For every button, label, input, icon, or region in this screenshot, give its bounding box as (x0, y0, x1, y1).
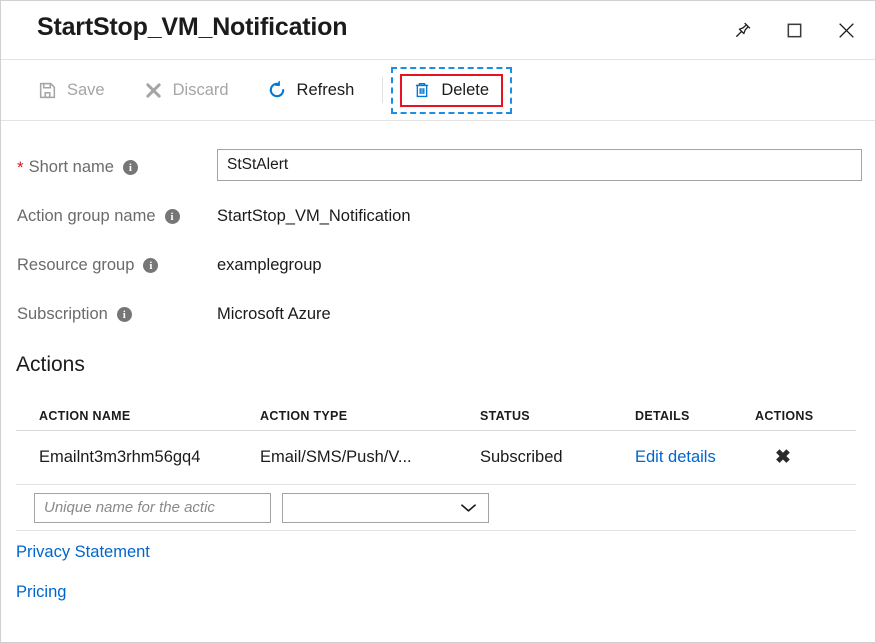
table-row: Emailnt3m3rhm56gq4 Email/SMS/Push/V... S… (16, 431, 856, 485)
refresh-button[interactable]: Refresh (257, 72, 365, 108)
short-name-label: * Short name i (17, 158, 138, 177)
info-icon[interactable]: i (117, 307, 132, 322)
resource-group-label-text: Resource group (17, 256, 134, 275)
delete-label: Delete (441, 81, 489, 100)
column-header-actions: ACTIONS (755, 409, 855, 430)
resource-group-label: Resource group i (17, 256, 158, 275)
short-name-label-text: Short name (29, 158, 114, 177)
new-action-row (16, 485, 856, 531)
refresh-circle-arrow-icon (267, 80, 288, 101)
command-toolbar: Save Discard Refresh (1, 60, 875, 121)
field-short-name: * Short name i (1, 143, 875, 192)
maximize-icon[interactable] (779, 16, 809, 46)
actions-section-title: Actions (1, 339, 875, 377)
save-label: Save (67, 81, 105, 100)
column-header-status: STATUS (480, 409, 635, 430)
info-icon[interactable]: i (123, 160, 138, 175)
field-subscription: Subscription i Microsoft Azure (1, 290, 875, 339)
new-action-name-input[interactable] (34, 493, 271, 523)
refresh-label: Refresh (297, 81, 355, 100)
info-icon[interactable]: i (165, 209, 180, 224)
actions-table: ACTION NAME ACTION TYPE STATUS DETAILS A… (16, 399, 856, 531)
new-action-type-select[interactable] (282, 493, 489, 523)
title-bar: StartStop_VM_Notification (1, 1, 875, 60)
cell-status: Subscribed (480, 448, 635, 467)
field-resource-group: Resource group i examplegroup (1, 241, 875, 290)
chevron-down-icon (460, 502, 477, 513)
action-group-name-label-text: Action group name (17, 207, 156, 226)
close-x-icon[interactable]: ✖ (775, 448, 791, 468)
edit-details-link[interactable]: Edit details (635, 448, 716, 466)
trash-can-icon (411, 80, 432, 101)
save-button[interactable]: Save (27, 72, 115, 108)
resource-group-value: examplegroup (217, 256, 322, 275)
discard-button[interactable]: Discard (133, 72, 239, 108)
column-header-details: DETAILS (635, 409, 755, 430)
save-disk-icon (37, 80, 58, 101)
privacy-statement-link[interactable]: Privacy Statement (16, 543, 150, 562)
subscription-label: Subscription i (17, 305, 132, 324)
page-title: StartStop_VM_Notification (37, 13, 347, 42)
action-group-name-value: StartStop_VM_Notification (217, 207, 411, 226)
actions-table-header: ACTION NAME ACTION TYPE STATUS DETAILS A… (16, 399, 856, 431)
action-group-name-label: Action group name i (17, 207, 180, 226)
field-action-group-name: Action group name i StartStop_VM_Notific… (1, 192, 875, 241)
column-header-action-type: ACTION TYPE (260, 409, 480, 430)
info-icon[interactable]: i (143, 258, 158, 273)
subscription-value: Microsoft Azure (217, 305, 331, 324)
cell-action-name: Emailnt3m3rhm56gq4 (16, 448, 260, 467)
window-controls (727, 1, 861, 60)
footer-links: Privacy Statement Pricing (1, 531, 875, 602)
delete-button[interactable]: Delete (400, 74, 503, 107)
close-icon[interactable] (831, 16, 861, 46)
column-header-action-name: ACTION NAME (16, 409, 260, 430)
pin-icon[interactable] (727, 16, 757, 46)
cell-action-type: Email/SMS/Push/V... (260, 448, 480, 467)
required-asterisk: * (17, 159, 24, 176)
subscription-label-text: Subscription (17, 305, 108, 324)
action-group-blade: StartStop_VM_Notification (0, 0, 876, 643)
short-name-input[interactable] (217, 149, 862, 181)
action-group-form: * Short name i Action group name i Start… (1, 121, 875, 339)
toolbar-divider (382, 77, 383, 103)
discard-label: Discard (173, 81, 229, 100)
pricing-link[interactable]: Pricing (16, 583, 66, 602)
cross-icon (143, 80, 164, 101)
delete-focus-ring: Delete (391, 67, 512, 114)
